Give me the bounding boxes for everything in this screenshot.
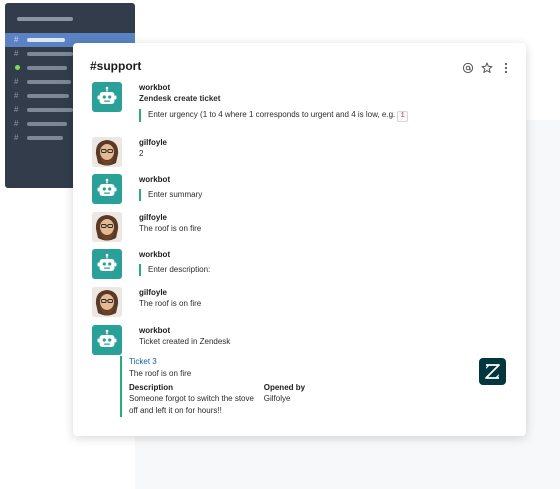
description-field: Description Someone forgot to switch the… bbox=[129, 382, 264, 417]
message-author[interactable]: gilfoyle bbox=[139, 137, 512, 148]
message-text: Ticket created in Zendesk bbox=[139, 337, 231, 346]
robot-icon bbox=[97, 178, 117, 196]
channel-title: #support bbox=[90, 59, 142, 73]
channel-hash-icon: # bbox=[14, 119, 19, 128]
stage: # # # # # # # #support workbot Zendesk c… bbox=[0, 0, 560, 489]
at-icon[interactable] bbox=[462, 62, 474, 74]
ticket-link[interactable]: Ticket 3 bbox=[129, 356, 360, 368]
robot-icon bbox=[97, 253, 117, 271]
message-text: Zendesk create ticket bbox=[139, 94, 221, 103]
message-author[interactable]: workbot bbox=[139, 249, 512, 260]
message-body: workbot Enter description: bbox=[139, 249, 512, 276]
opened-by-value: Gilfolye bbox=[263, 394, 291, 403]
robot-icon bbox=[97, 329, 117, 347]
channel-header-actions bbox=[462, 62, 512, 74]
channel-hash-icon: # bbox=[14, 35, 19, 44]
star-icon[interactable] bbox=[481, 62, 493, 74]
message-author[interactable]: workbot bbox=[139, 325, 512, 336]
message-body: workbot Ticket created in Zendesk bbox=[139, 325, 512, 348]
message-author[interactable]: workbot bbox=[139, 82, 512, 93]
channel-hash-icon: # bbox=[14, 91, 19, 100]
message-body: gilfoyle The roof is on fire bbox=[139, 287, 512, 310]
message-body: gilfoyle The roof is on fire bbox=[139, 212, 512, 235]
channel-hash-icon: # bbox=[14, 133, 19, 142]
robot-icon bbox=[97, 86, 117, 104]
message-text: The roof is on fire bbox=[139, 224, 202, 233]
opened-by-field: Opened by Gilfolye bbox=[264, 382, 360, 417]
message-body: workbot Enter summary bbox=[139, 174, 512, 201]
sidebar-channel-label bbox=[27, 94, 69, 98]
user-portrait-icon bbox=[92, 212, 122, 242]
ticket-attachment: Ticket 3 The roof is on fire Description… bbox=[120, 356, 360, 417]
workbot-avatar[interactable] bbox=[92, 82, 122, 112]
workspace-name-bar[interactable] bbox=[17, 17, 73, 21]
message-author[interactable]: workbot bbox=[139, 174, 512, 185]
workbot-avatar[interactable] bbox=[92, 249, 122, 279]
gilfoyle-avatar[interactable] bbox=[92, 212, 122, 242]
sidebar-channel-label bbox=[27, 136, 63, 140]
bot-prompt-text: Enter urgency (1 to 4 where 1 correspond… bbox=[148, 110, 398, 119]
sidebar-channel-label bbox=[27, 122, 67, 126]
channel-hash-icon: # bbox=[14, 77, 19, 86]
opened-by-label: Opened by bbox=[263, 383, 306, 392]
channel-hash-icon: # bbox=[14, 105, 19, 114]
sidebar-channel-label bbox=[27, 80, 71, 84]
ticket-summary: The roof is on fire bbox=[129, 369, 192, 378]
message-author[interactable]: gilfoyle bbox=[139, 287, 512, 298]
message-text: The roof is on fire bbox=[139, 299, 202, 308]
workbot-avatar[interactable] bbox=[92, 325, 122, 355]
message-text: 2 bbox=[139, 149, 144, 158]
channel-panel: #support workbot Zendesk create ticket E… bbox=[73, 43, 526, 436]
sidebar-channel-label bbox=[27, 38, 65, 42]
sidebar-channel-label bbox=[27, 52, 73, 56]
presence-dot-icon bbox=[15, 65, 20, 70]
sidebar-dm-label bbox=[27, 66, 67, 70]
bot-prompt: Enter summary bbox=[139, 189, 512, 201]
message-author[interactable]: gilfoyle bbox=[139, 212, 512, 223]
workbot-avatar[interactable] bbox=[92, 174, 122, 204]
message-body: workbot Zendesk create ticket Enter urge… bbox=[139, 82, 512, 122]
description-label: Description bbox=[129, 383, 174, 392]
message-body: gilfoyle 2 bbox=[139, 137, 512, 160]
gilfoyle-avatar[interactable] bbox=[92, 287, 122, 317]
gilfoyle-avatar[interactable] bbox=[92, 137, 122, 167]
description-value: Someone forgot to switch the stove off a… bbox=[129, 394, 254, 415]
inline-code: 1 bbox=[397, 111, 408, 122]
user-portrait-icon bbox=[92, 137, 122, 167]
bot-prompt: Enter description: bbox=[139, 264, 512, 276]
user-portrait-icon bbox=[92, 287, 122, 317]
ticket-fields: Description Someone forgot to switch the… bbox=[129, 382, 360, 417]
channel-hash-icon: # bbox=[14, 49, 19, 58]
bot-prompt: Enter urgency (1 to 4 where 1 correspond… bbox=[139, 109, 512, 122]
sidebar-channel-label bbox=[27, 108, 73, 112]
zendesk-logo-icon[interactable] bbox=[479, 358, 506, 385]
more-vertical-icon[interactable] bbox=[500, 62, 512, 74]
